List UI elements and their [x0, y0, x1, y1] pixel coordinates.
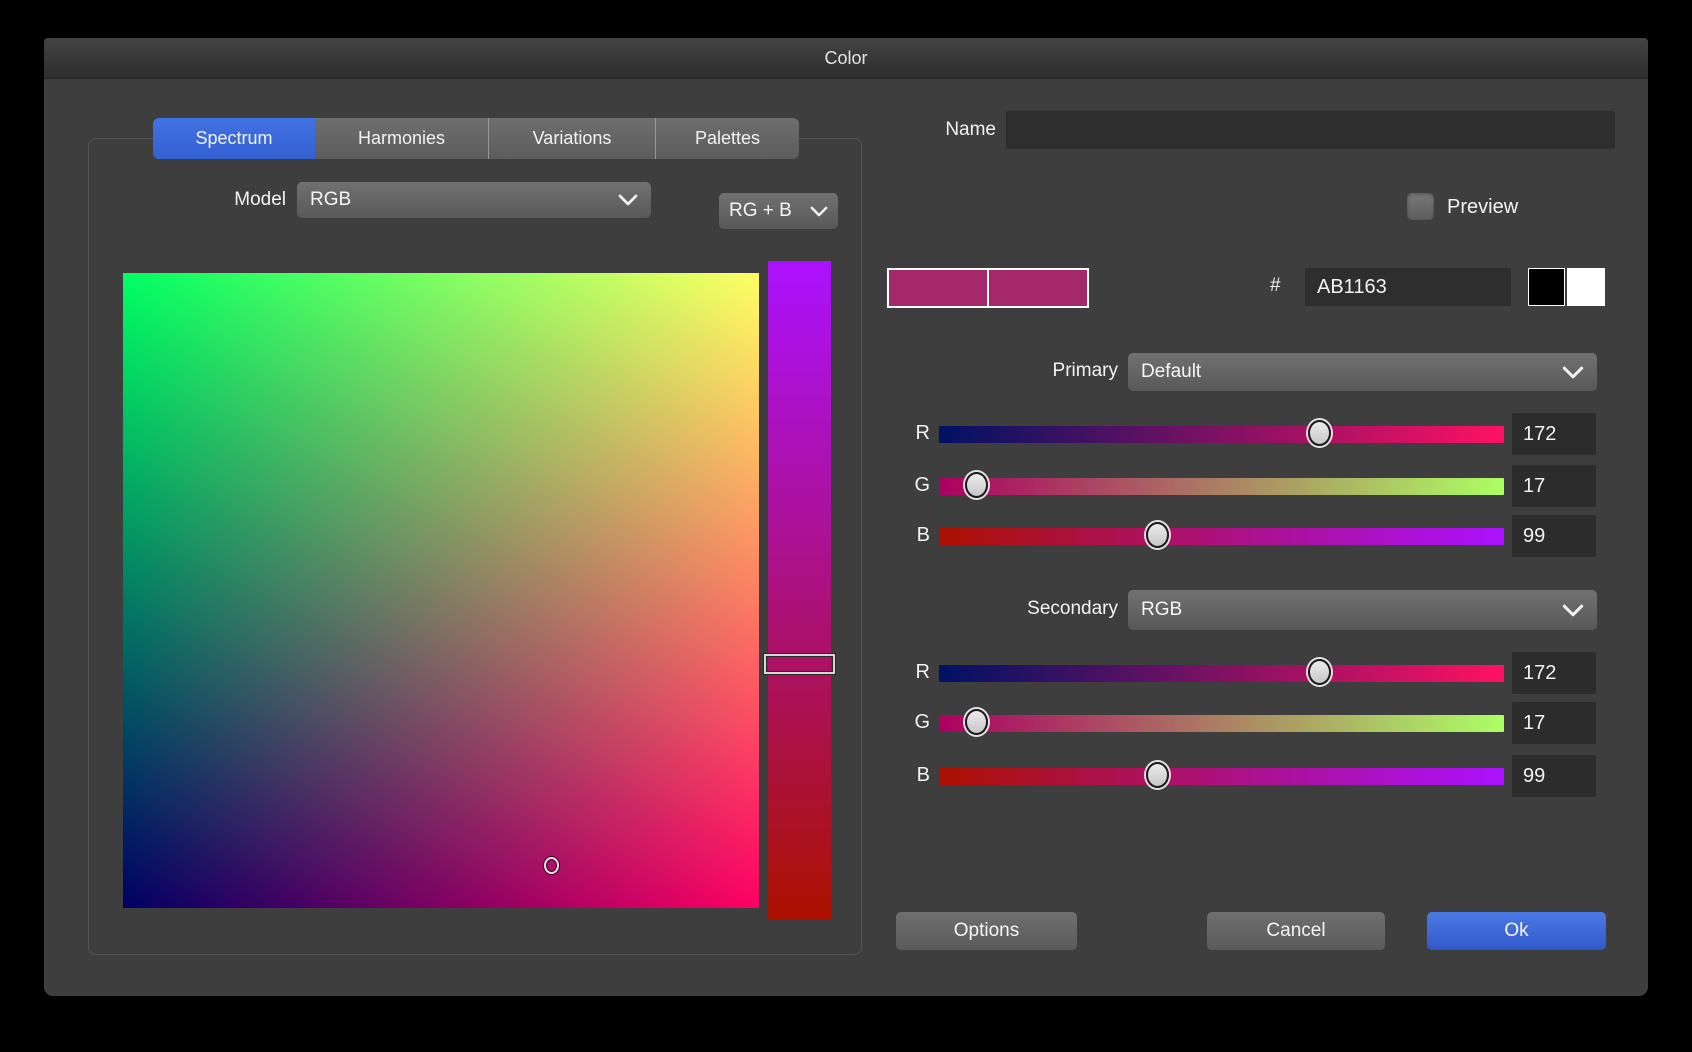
options-button[interactable]: Options — [896, 912, 1077, 950]
primary-r-value[interactable]: 172 — [1512, 413, 1596, 455]
chevron-down-icon — [1562, 604, 1584, 617]
primary-r-slider-handle[interactable] — [1308, 420, 1331, 446]
cancel-button[interactable]: Cancel — [1207, 912, 1385, 950]
model-dropdown[interactable]: RGB — [297, 182, 651, 218]
primary-g-slider-track[interactable] — [939, 478, 1504, 495]
primary-r-channel-label: R — [864, 422, 930, 445]
tab-bar: SpectrumHarmoniesVariationsPalettes — [153, 118, 799, 159]
chevron-down-icon — [1562, 366, 1584, 379]
primary-b-value[interactable]: 99 — [1512, 515, 1596, 557]
color-spectrum-field[interactable] — [123, 273, 759, 908]
color-dialog: Color SpectrumHarmoniesVariationsPalette… — [44, 38, 1648, 996]
tab-palettes[interactable]: Palettes — [655, 118, 799, 159]
primary-b-slider-track[interactable] — [939, 528, 1504, 545]
primary-channel-row-r: R 172 — [44, 413, 1648, 455]
tab-harmonies[interactable]: Harmonies — [315, 118, 488, 159]
secondary-channel-row-g: G 17 — [44, 702, 1648, 744]
secondary-r-slider-handle[interactable] — [1308, 659, 1331, 685]
white-color-well[interactable] — [1567, 268, 1605, 306]
primary-b-slider-handle[interactable] — [1146, 522, 1169, 548]
primary-label: Primary — [944, 360, 1118, 382]
primary-r-slider-track[interactable] — [939, 426, 1504, 443]
ok-button[interactable]: Ok — [1427, 912, 1606, 950]
secondary-g-slider-track[interactable] — [939, 715, 1504, 732]
plane-dropdown-value: RG + B — [729, 200, 792, 222]
primary-mode-value: Default — [1141, 361, 1201, 383]
chevron-down-icon — [810, 206, 828, 217]
secondary-mode-dropdown[interactable]: RGB — [1128, 590, 1597, 630]
secondary-g-slider-handle[interactable] — [965, 709, 988, 735]
preview-label: Preview — [1447, 196, 1518, 219]
current-color-swatch — [889, 270, 989, 306]
primary-channel-row-b: B 99 — [44, 515, 1648, 557]
current-color-swatch-pair — [887, 268, 1089, 308]
secondary-channel-row-r: R 172 — [44, 652, 1648, 694]
title-bar[interactable]: Color — [44, 38, 1648, 79]
chevron-down-icon — [618, 194, 638, 206]
name-label: Name — [844, 119, 996, 141]
secondary-mode-value: RGB — [1141, 599, 1182, 621]
hex-hash-label: # — [1270, 275, 1298, 297]
plane-dropdown[interactable]: RG + B — [719, 193, 838, 229]
tab-variations[interactable]: Variations — [488, 118, 655, 159]
secondary-b-slider-handle[interactable] — [1146, 762, 1169, 788]
secondary-b-channel-label: B — [864, 764, 930, 787]
primary-channel-row-g: G 17 — [44, 465, 1648, 507]
spectrum-green-gradient — [123, 273, 759, 908]
primary-b-channel-label: B — [864, 524, 930, 547]
secondary-r-channel-label: R — [864, 661, 930, 684]
black-color-well[interactable] — [1528, 268, 1565, 306]
secondary-r-value[interactable]: 172 — [1512, 652, 1596, 694]
model-dropdown-value: RGB — [310, 189, 351, 211]
name-input[interactable] — [1006, 111, 1615, 149]
secondary-b-value[interactable]: 99 — [1512, 755, 1596, 797]
secondary-channel-row-b: B 99 — [44, 755, 1648, 797]
model-label: Model — [144, 189, 286, 211]
secondary-label: Secondary — [944, 598, 1118, 620]
primary-g-value[interactable]: 17 — [1512, 465, 1596, 507]
dialog-title: Color — [44, 38, 1648, 78]
previous-color-swatch — [989, 270, 1087, 306]
primary-g-channel-label: G — [864, 474, 930, 497]
secondary-g-value[interactable]: 17 — [1512, 702, 1596, 744]
blue-channel-vertical-slider[interactable] — [768, 261, 831, 920]
hex-input[interactable] — [1305, 268, 1511, 306]
secondary-r-slider-track[interactable] — [939, 665, 1504, 682]
secondary-b-slider-track[interactable] — [939, 768, 1504, 785]
primary-g-slider-handle[interactable] — [965, 472, 988, 498]
tab-spectrum[interactable]: Spectrum — [153, 118, 315, 159]
primary-mode-dropdown[interactable]: Default — [1128, 353, 1597, 391]
preview-checkbox[interactable] — [1407, 193, 1434, 220]
spectrum-cursor[interactable] — [544, 857, 559, 874]
secondary-g-channel-label: G — [864, 711, 930, 734]
